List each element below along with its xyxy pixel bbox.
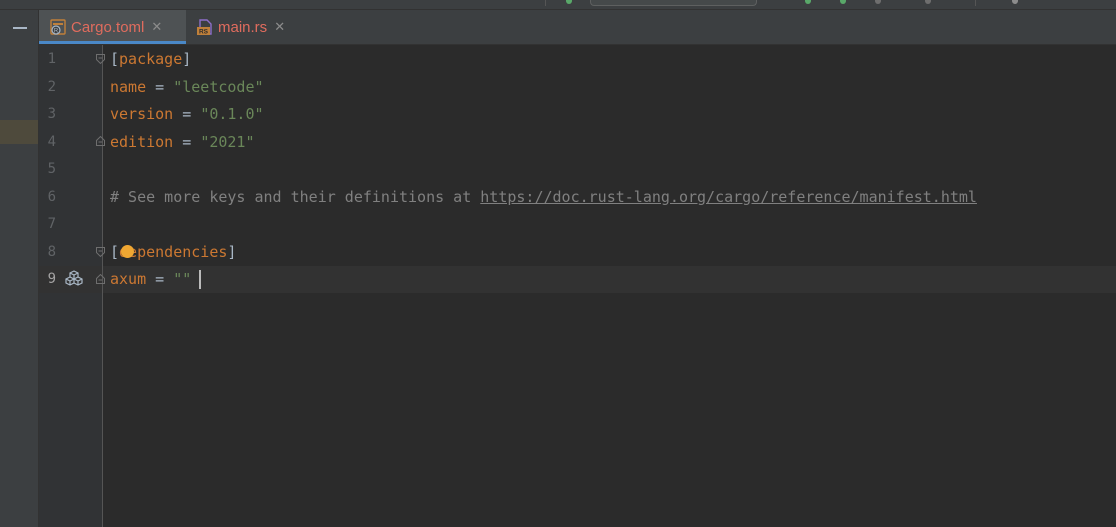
minimize-icon[interactable] (13, 27, 27, 29)
code-token: "0.1.0" (200, 105, 264, 123)
debug-icon[interactable] (875, 0, 881, 4)
run-config-icon[interactable] (566, 0, 572, 4)
code-token: ] (182, 50, 192, 68)
tool-window-strip (0, 10, 39, 527)
build-icon[interactable] (805, 0, 811, 4)
fold-icon[interactable] (96, 54, 105, 64)
toml-file-icon: R (50, 19, 66, 35)
search-icon[interactable] (1012, 0, 1018, 4)
svg-text:R: R (54, 29, 59, 35)
line-number: 8 (47, 243, 56, 260)
toolbar-separator (545, 0, 546, 6)
run-configuration-select[interactable] (590, 0, 757, 6)
close-icon[interactable]: ✕ (151, 19, 162, 35)
run-icon[interactable] (840, 0, 846, 4)
tab-label: Cargo.toml (71, 18, 145, 36)
fold-end-icon[interactable] (96, 274, 105, 284)
code-token: [ (110, 242, 120, 261)
code-token: "2021" (200, 132, 255, 151)
fold-end-icon[interactable] (96, 136, 105, 146)
tab-label: main.rs (218, 18, 268, 36)
code-token: = (173, 132, 201, 151)
code-token: dependencies (119, 242, 228, 261)
code-token: edition (110, 132, 174, 151)
editor-tab-bar: R Cargo.toml ✕ RS main.rs ✕ (39, 10, 1116, 45)
code-token: # See more keys and their definitions at (110, 187, 481, 206)
code-line[interactable]: version = "0.1.0" (110, 101, 264, 128)
lightbulb-icon[interactable] (121, 245, 134, 258)
code-line[interactable]: axum = "" (110, 266, 191, 293)
line-number: 5 (47, 161, 56, 177)
doc-link[interactable]: https://doc.rust-lang.org/cargo/referenc… (480, 188, 977, 206)
code-token: = (146, 77, 174, 96)
line-number: 6 (47, 188, 56, 205)
code-token: "" (173, 270, 192, 288)
code-line[interactable]: edition = "2021" (110, 129, 255, 156)
rust-file-icon: RS (197, 19, 213, 36)
profile-icon[interactable] (925, 0, 931, 4)
tab-main-rs[interactable]: RS main.rs ✕ (197, 10, 297, 44)
fold-icon[interactable] (96, 247, 105, 257)
code-token: name (110, 77, 147, 96)
code-token: "leetcode" (173, 77, 264, 96)
line-number: 1 (47, 51, 56, 67)
scroll-marker (0, 120, 38, 144)
line-number: 9 (47, 271, 56, 287)
code-token: axum (110, 270, 147, 288)
line-number: 2 (47, 78, 56, 95)
code-token: package (119, 50, 183, 68)
line-number: 7 (47, 216, 56, 232)
code-line[interactable]: name = "leetcode" (110, 74, 264, 101)
toolbar-separator (975, 0, 976, 6)
code-line[interactable]: [package] (110, 46, 191, 73)
text-caret (199, 270, 201, 289)
close-icon[interactable]: ✕ (274, 19, 285, 35)
tab-cargo-toml[interactable]: R Cargo.toml ✕ (39, 10, 186, 44)
line-number: 4 (47, 133, 56, 150)
top-toolbar (0, 0, 1116, 10)
code-token: = (146, 270, 174, 288)
code-token: version (110, 105, 174, 123)
code-line[interactable]: # See more keys and their definitions at… (110, 184, 977, 211)
code-token: [ (110, 50, 120, 68)
code-token: ] (227, 242, 237, 261)
line-number: 3 (47, 106, 56, 122)
crate-icon[interactable] (62, 270, 86, 290)
code-token: = (173, 105, 201, 123)
svg-text:RS: RS (199, 29, 209, 36)
